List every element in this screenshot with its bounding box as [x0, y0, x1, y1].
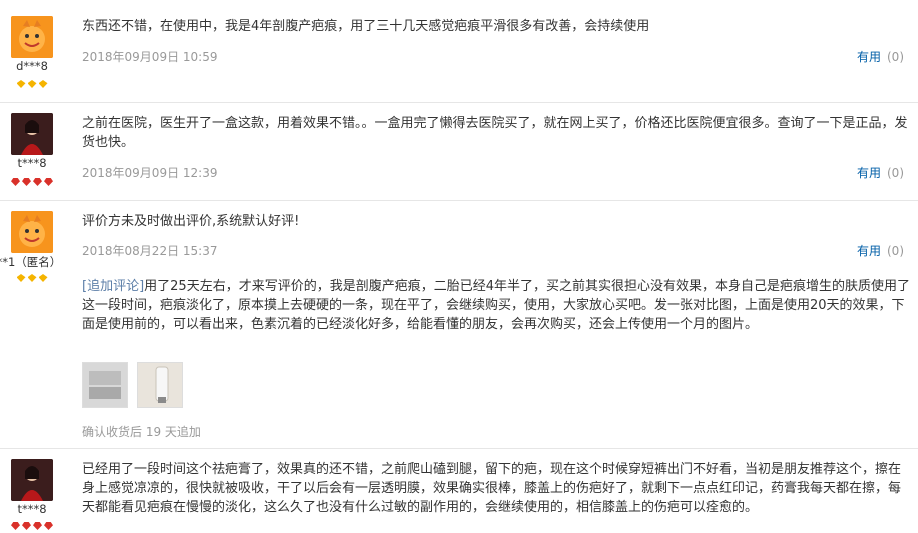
review-text: 评价方未及时做出评价,系统默认好评!: [82, 214, 300, 229]
followup-tag: [追加评论]: [82, 279, 145, 294]
photo-thumbnail-icon: [83, 363, 127, 407]
review-date: 2018年08月22日 15:37: [82, 244, 218, 258]
divider: [0, 102, 918, 103]
member-level-badge: [0, 80, 64, 91]
member-level-badge: [0, 522, 64, 533]
reviewer-name[interactable]: t***8: [0, 502, 64, 516]
useful-button[interactable]: 有用 (0): [857, 164, 904, 181]
avatar[interactable]: [11, 16, 53, 58]
followup-review: [追加评论]用了25天左右，才来写评价的，我是剖腹产疤痕，二胎已经4年半了，买之…: [82, 277, 912, 334]
review-photo-thumbnail[interactable]: [82, 362, 128, 408]
mascot-avatar-icon: [11, 16, 53, 58]
useful-label[interactable]: 有用: [857, 244, 881, 258]
useful-button[interactable]: 有用 (0): [857, 242, 904, 259]
useful-count: (0): [887, 50, 904, 64]
avatar[interactable]: [11, 113, 53, 155]
reviewer-name[interactable]: d***8: [0, 59, 64, 73]
divider: [0, 448, 918, 449]
followup-timing: 确认收货后 19 天追加: [82, 425, 201, 439]
reviewer-name[interactable]: ***1（匿名）: [0, 254, 66, 270]
reviewer-name[interactable]: t***8: [0, 156, 64, 170]
followup-text: 用了25天左右，才来写评价的，我是剖腹产疤痕，二胎已经4年半了，买之前其实很担心…: [82, 279, 910, 332]
useful-count: (0): [887, 244, 904, 258]
member-level-badge: [0, 178, 64, 189]
avatar[interactable]: [11, 211, 53, 253]
review-date: 2018年09月09日 12:39: [82, 166, 218, 180]
useful-label[interactable]: 有用: [857, 166, 881, 180]
review-photo-thumbnail[interactable]: [137, 362, 183, 408]
review-text: 已经用了一段时间这个祛疤膏了，效果真的还不错，之前爬山磕到腿，留下的疤，现在这个…: [82, 462, 902, 515]
useful-count: (0): [887, 166, 904, 180]
photo-avatar-icon: [11, 459, 53, 501]
member-level-badge: [0, 274, 64, 285]
divider: [0, 200, 918, 201]
review-text: 东西还不错，在使用中，我是4年剖腹产疤痕，用了三十几天感觉疤痕平滑很多有改善，会…: [82, 19, 650, 34]
photo-thumbnail-icon: [138, 363, 182, 407]
photo-avatar-icon: [11, 113, 53, 155]
useful-button[interactable]: 有用 (0): [857, 48, 904, 65]
avatar[interactable]: [11, 459, 53, 501]
mascot-avatar-icon: [11, 211, 53, 253]
useful-label[interactable]: 有用: [857, 50, 881, 64]
review-text: 之前在医院，医生开了一盒这款，用着效果不错。。一盒用完了懒得去医院买了，就在网上…: [82, 116, 908, 150]
review-date: 2018年09月09日 10:59: [82, 50, 218, 64]
